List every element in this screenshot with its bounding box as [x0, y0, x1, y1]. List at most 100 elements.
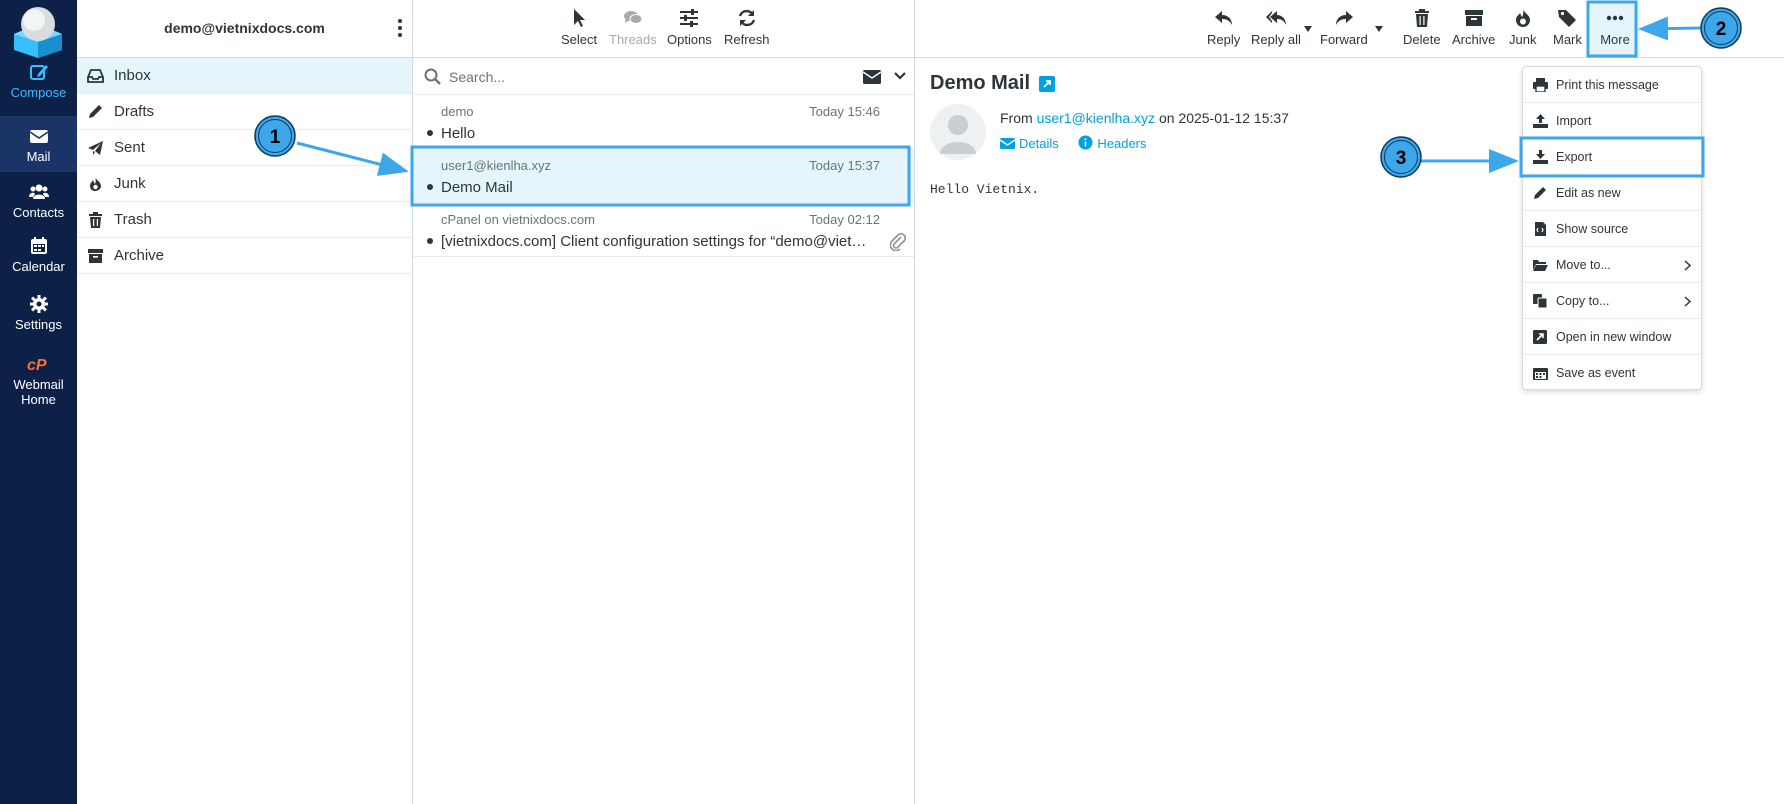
- unread-dot: [427, 184, 433, 190]
- folder-pane: demo@vietnixdocs.com Inbox Drafts Sent J…: [77, 0, 413, 804]
- forward-dropdown-icon[interactable]: [1375, 26, 1383, 32]
- nav-compose-label: Compose: [10, 85, 67, 100]
- paperclip-icon: [890, 233, 906, 251]
- message-row[interactable]: demo Today 15:46 Hello: [413, 95, 914, 149]
- header-links: Details Headers: [999, 135, 1147, 151]
- more-menu: Print this message Import Export Edit as…: [1522, 66, 1702, 390]
- more-button[interactable]: More: [1590, 2, 1640, 56]
- menu-item-label: Print this message: [1556, 78, 1659, 92]
- fire-icon: [1515, 9, 1530, 27]
- nav-settings-label: Settings: [15, 317, 62, 332]
- menu-item-copy-to[interactable]: Copy to...: [1523, 283, 1701, 319]
- menu-item-export[interactable]: Export: [1523, 139, 1701, 175]
- menu-item-label: Move to...: [1556, 258, 1611, 272]
- menu-item-show-source[interactable]: Show source: [1523, 211, 1701, 247]
- forward-icon: [1335, 11, 1353, 25]
- nav-contacts[interactable]: Contacts: [0, 178, 77, 234]
- menu-item-label: Export: [1556, 150, 1593, 164]
- nav-calendar[interactable]: Calendar: [0, 236, 77, 292]
- reply-all-dropdown-icon[interactable]: [1304, 26, 1312, 32]
- message-subject: [vietnixdocs.com] Client configuration s…: [441, 233, 873, 250]
- folder-label: Sent: [114, 139, 145, 156]
- menu-item-label: Show source: [1556, 222, 1629, 236]
- folder-archive[interactable]: Archive: [77, 238, 412, 274]
- comments-icon: [623, 11, 643, 24]
- users-icon: [28, 184, 49, 199]
- reply-all-button[interactable]: Reply all: [1251, 8, 1301, 47]
- search-input[interactable]: [449, 66, 809, 88]
- sliders-icon: [680, 9, 699, 27]
- message-date: on 2025-01-12 15:37: [1158, 110, 1289, 126]
- folder-label: Inbox: [114, 67, 151, 84]
- options-label: Options: [667, 32, 712, 47]
- search-bar: [413, 58, 914, 95]
- message-list-pane: Select Threads Options Refresh demo To: [413, 0, 915, 804]
- calendar-icon: [1533, 368, 1548, 380]
- chevron-right-icon: [1684, 296, 1691, 307]
- nav-mail-label: Mail: [26, 149, 51, 164]
- folder-inbox[interactable]: Inbox: [77, 58, 412, 94]
- nav-contacts-label: Contacts: [12, 205, 65, 220]
- folder-trash[interactable]: Trash: [77, 202, 412, 238]
- message-row[interactable]: cPanel on vietnixdocs.com Today 02:12 [v…: [413, 203, 914, 257]
- from-prefix: From: [1000, 110, 1033, 126]
- svg-text:cP: cP: [27, 357, 47, 374]
- envelope-filter-icon[interactable]: [863, 70, 881, 84]
- open-external-icon[interactable]: [1039, 76, 1055, 92]
- menu-item-edit-as-new[interactable]: Edit as new: [1523, 175, 1701, 211]
- list-toolbar: Select Threads Options Refresh: [413, 0, 914, 58]
- select-button[interactable]: Select: [561, 8, 597, 47]
- download-icon: [1533, 150, 1548, 164]
- message-time: Today 15:46: [809, 104, 880, 119]
- headers-link[interactable]: Headers: [1078, 135, 1147, 151]
- menu-item-move-to[interactable]: Move to...: [1523, 247, 1701, 283]
- folder-junk[interactable]: Junk: [77, 166, 412, 202]
- delete-button[interactable]: Delete: [1403, 8, 1441, 47]
- forward-button[interactable]: Forward: [1320, 8, 1368, 47]
- nav-mail[interactable]: Mail: [0, 116, 77, 172]
- pencil-icon: [1534, 187, 1546, 199]
- headers-label: Headers: [1097, 136, 1147, 151]
- nav-webmail-home[interactable]: cP Webmail Home: [0, 354, 77, 414]
- menu-item-print[interactable]: Print this message: [1523, 67, 1701, 103]
- roundcube-logo: [14, 7, 62, 58]
- source-file-icon: [1535, 222, 1546, 236]
- options-button[interactable]: Options: [667, 8, 712, 47]
- nav-settings[interactable]: Settings: [0, 294, 77, 350]
- archive-icon: [1464, 10, 1483, 26]
- folder-label: Trash: [114, 211, 152, 228]
- inbox-icon: [87, 69, 104, 83]
- copy-icon: [1533, 294, 1548, 308]
- envelope-icon: [999, 138, 1016, 149]
- mark-button[interactable]: Mark: [1553, 8, 1582, 47]
- sender-avatar: [930, 104, 986, 160]
- external-window-icon: [1533, 330, 1547, 344]
- kebab-menu-icon[interactable]: [396, 18, 404, 38]
- paper-plane-icon: [88, 141, 103, 155]
- message-row-selected[interactable]: user1@kienlha.xyz Today 15:37 Demo Mail: [413, 149, 914, 203]
- refresh-button[interactable]: Refresh: [724, 8, 770, 47]
- archive-button[interactable]: Archive: [1452, 8, 1495, 47]
- details-link[interactable]: Details: [999, 136, 1059, 151]
- archive-label: Archive: [1452, 32, 1496, 47]
- from-address-link[interactable]: user1@kienlha.xyz: [1037, 110, 1156, 126]
- menu-item-save-as-event[interactable]: Save as event: [1523, 355, 1701, 391]
- folder-drafts[interactable]: Drafts: [77, 94, 412, 130]
- threads-label: Threads: [609, 32, 657, 47]
- nav-compose[interactable]: Compose: [0, 62, 77, 118]
- info-icon: [1078, 135, 1093, 150]
- chevron-down-icon[interactable]: [894, 70, 906, 82]
- menu-item-import[interactable]: Import: [1523, 103, 1701, 139]
- message-toolbar: Reply Reply all Forward Delete Archive J…: [915, 0, 1784, 58]
- menu-item-label: Copy to...: [1556, 294, 1610, 308]
- menu-item-open-new-window[interactable]: Open in new window: [1523, 319, 1701, 355]
- unread-dot: [427, 238, 433, 244]
- nav-calendar-label: Calendar: [12, 259, 65, 274]
- folder-label: Archive: [114, 247, 165, 264]
- junk-button[interactable]: Junk: [1509, 8, 1536, 47]
- select-label: Select: [561, 32, 598, 47]
- reply-button[interactable]: Reply: [1207, 8, 1240, 47]
- menu-item-label: Edit as new: [1556, 186, 1621, 200]
- threads-button[interactable]: Threads: [609, 8, 657, 47]
- folder-sent[interactable]: Sent: [77, 130, 412, 166]
